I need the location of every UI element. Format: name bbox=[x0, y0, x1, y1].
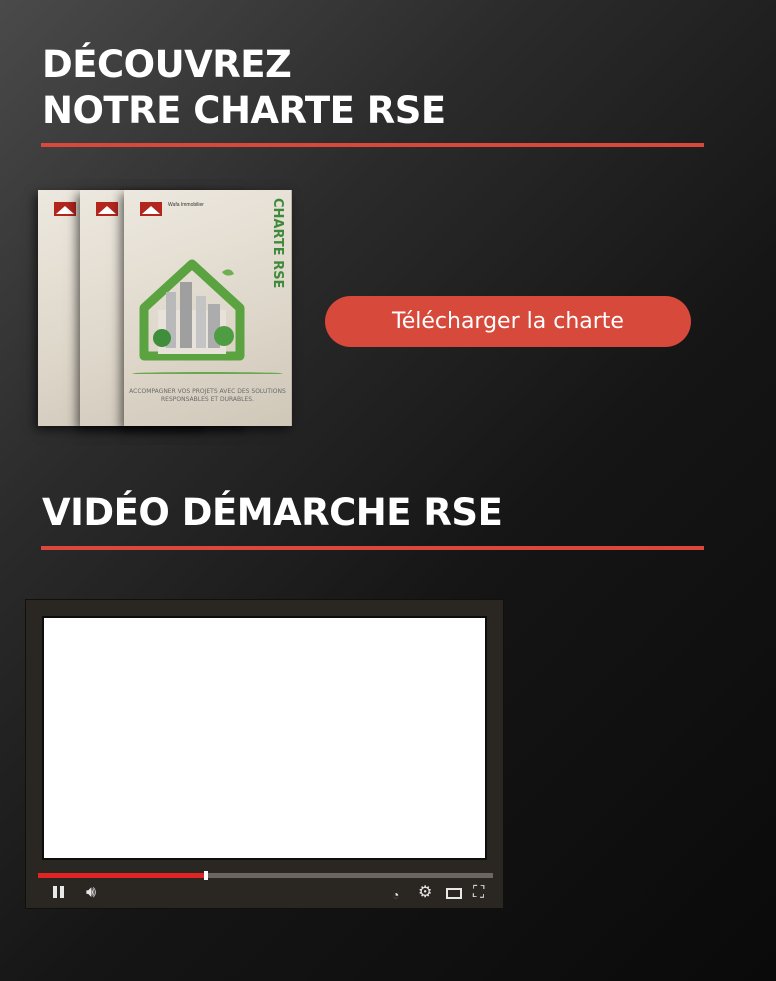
brochure-logo-text: Wafa Immobilier bbox=[168, 202, 204, 208]
download-charter-button[interactable]: Télécharger la charte bbox=[325, 296, 691, 347]
clock-icon[interactable]: ◔ bbox=[392, 887, 399, 903]
gear-icon[interactable]: ⚙ bbox=[418, 885, 432, 901]
logo-icon bbox=[140, 202, 162, 216]
green-house-illustration bbox=[139, 259, 245, 361]
brochure-ground-line bbox=[132, 372, 283, 375]
logo-icon bbox=[96, 202, 118, 216]
video-player[interactable]: 🔊︎ ◔ ⚙ ⛶ bbox=[25, 599, 504, 909]
screen-icon[interactable] bbox=[446, 888, 462, 899]
charter-heading-line2: NOTRE CHARTE RSE bbox=[42, 89, 446, 132]
pause-icon[interactable] bbox=[52, 885, 66, 899]
progress-fill bbox=[38, 873, 207, 878]
video-screen[interactable] bbox=[42, 616, 487, 860]
volume-icon[interactable]: 🔊︎ bbox=[86, 885, 96, 901]
charter-heading-line1: DÉCOUVREZ bbox=[42, 43, 292, 86]
brochure-vertical-title: CHARTE RSE bbox=[270, 198, 285, 289]
progress-bar[interactable] bbox=[38, 871, 493, 880]
charter-heading: DÉCOUVREZ NOTRE CHARTE RSE bbox=[42, 42, 446, 134]
brochure-front: Wafa Immobilier CHARTE RSE ACCOMPAGNER V… bbox=[124, 190, 292, 426]
video-divider bbox=[41, 546, 704, 550]
progress-handle[interactable] bbox=[204, 871, 209, 880]
logo-icon bbox=[54, 202, 76, 216]
video-heading: VIDÉO DÉMARCHE RSE bbox=[42, 491, 503, 534]
charter-divider bbox=[41, 143, 704, 147]
brochure-tagline: ACCOMPAGNER VOS PROJETS AVEC DES SOLUTIO… bbox=[129, 388, 286, 403]
fullscreen-icon[interactable]: ⛶ bbox=[473, 885, 484, 901]
